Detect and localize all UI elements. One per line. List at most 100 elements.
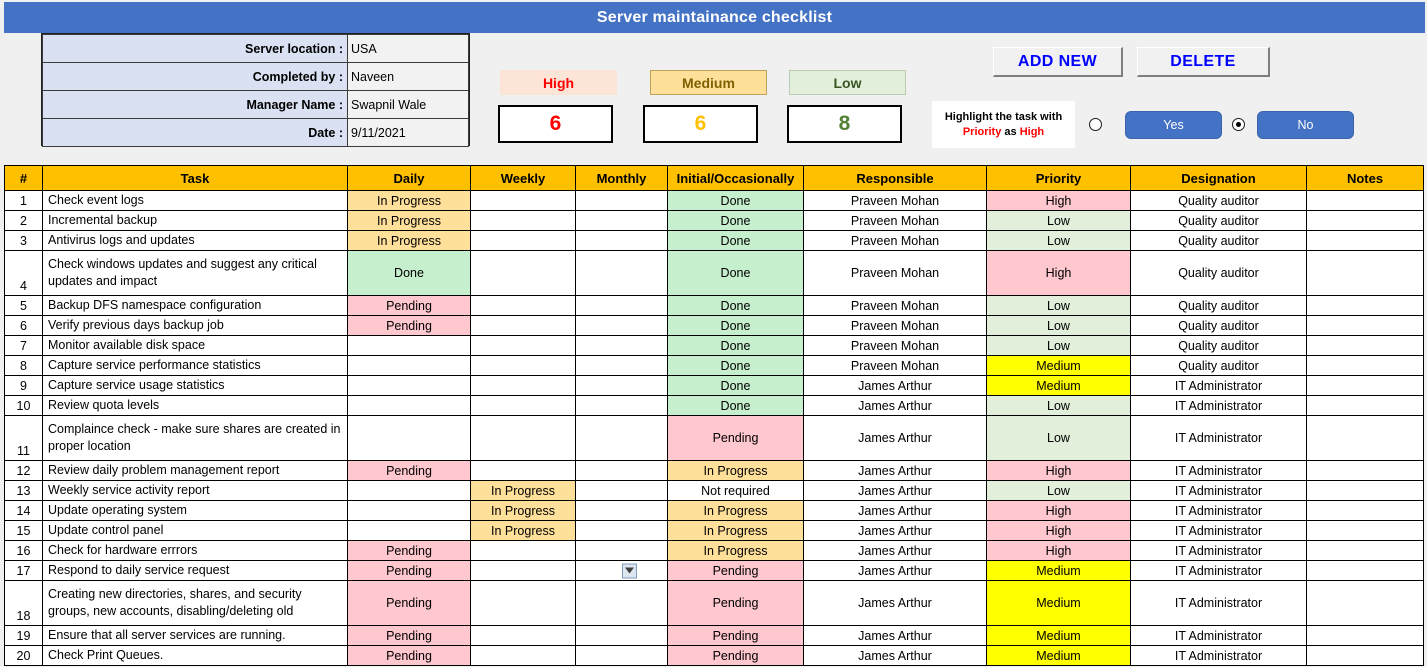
cell-daily[interactable] [348,416,471,461]
cell-daily[interactable]: Pending [348,461,471,481]
cell-number[interactable]: 16 [5,541,43,561]
cell-weekly[interactable] [471,581,576,626]
cell-daily[interactable] [348,376,471,396]
cell-priority[interactable]: Low [987,211,1131,231]
cell-notes[interactable] [1307,296,1424,316]
cell-monthly[interactable] [576,541,668,561]
cell-initial-occasionally[interactable]: In Progress [668,461,804,481]
cell-task[interactable]: Review daily problem management report [43,461,348,481]
no-button[interactable]: No [1257,111,1354,139]
cell-initial-occasionally[interactable]: Done [668,251,804,296]
cell-responsible[interactable]: Praveen Mohan [804,211,987,231]
cell-responsible[interactable]: Praveen Mohan [804,356,987,376]
cell-monthly[interactable] [576,356,668,376]
cell-number[interactable]: 20 [5,646,43,666]
cell-weekly[interactable] [471,191,576,211]
cell-priority[interactable]: Medium [987,626,1131,646]
cell-designation[interactable]: IT Administrator [1131,581,1307,626]
cell-designation[interactable]: IT Administrator [1131,501,1307,521]
cell-weekly[interactable] [471,396,576,416]
cell-weekly[interactable] [471,646,576,666]
cell-responsible[interactable]: James Arthur [804,521,987,541]
cell-priority[interactable]: Low [987,296,1131,316]
cell-weekly[interactable] [471,416,576,461]
cell-task[interactable]: Update control panel [43,521,348,541]
cell-weekly[interactable] [471,541,576,561]
cell-initial-occasionally[interactable]: Done [668,396,804,416]
cell-daily[interactable] [348,521,471,541]
cell-notes[interactable] [1307,521,1424,541]
cell-number[interactable]: 14 [5,501,43,521]
cell-monthly[interactable] [576,231,668,251]
cell-notes[interactable] [1307,416,1424,461]
cell-task[interactable]: Capture service usage statistics [43,376,348,396]
cell-responsible[interactable]: Praveen Mohan [804,251,987,296]
cell-number[interactable]: 13 [5,481,43,501]
cell-number[interactable]: 18 [5,581,43,626]
cell-task[interactable]: Ensure that all server services are runn… [43,626,348,646]
cell-weekly[interactable] [471,211,576,231]
cell-notes[interactable] [1307,581,1424,626]
cell-monthly[interactable] [576,646,668,666]
cell-number[interactable]: 5 [5,296,43,316]
cell-daily[interactable]: Pending [348,541,471,561]
cell-notes[interactable] [1307,541,1424,561]
cell-weekly[interactable] [471,561,576,581]
cell-weekly[interactable] [471,626,576,646]
cell-priority[interactable]: High [987,521,1131,541]
cell-designation[interactable]: IT Administrator [1131,481,1307,501]
cell-notes[interactable] [1307,336,1424,356]
cell-daily[interactable]: In Progress [348,231,471,251]
cell-notes[interactable] [1307,501,1424,521]
cell-monthly[interactable] [576,211,668,231]
cell-daily[interactable] [348,356,471,376]
cell-number[interactable]: 12 [5,461,43,481]
cell-number[interactable]: 8 [5,356,43,376]
cell-responsible[interactable]: James Arthur [804,501,987,521]
cell-task[interactable]: Respond to daily service request [43,561,348,581]
cell-responsible[interactable]: Praveen Mohan [804,191,987,211]
cell-priority[interactable]: Low [987,396,1131,416]
cell-task[interactable]: Verify previous days backup job [43,316,348,336]
cell-responsible[interactable]: Praveen Mohan [804,316,987,336]
col-header-responsible[interactable]: Responsible [804,166,987,191]
cell-initial-occasionally[interactable]: Done [668,316,804,336]
cell-designation[interactable]: Quality auditor [1131,336,1307,356]
cell-monthly[interactable] [576,396,668,416]
cell-priority[interactable]: Low [987,481,1131,501]
yes-button[interactable]: Yes [1125,111,1222,139]
cell-number[interactable]: 4 [5,251,43,296]
cell-number[interactable]: 3 [5,231,43,251]
cell-priority[interactable]: Medium [987,356,1131,376]
cell-initial-occasionally[interactable]: Pending [668,646,804,666]
cell-notes[interactable] [1307,316,1424,336]
cell-initial-occasionally[interactable]: Done [668,356,804,376]
col-header-priority[interactable]: Priority [987,166,1131,191]
col-header-designation[interactable]: Designation [1131,166,1307,191]
cell-monthly[interactable] [576,501,668,521]
cell-daily[interactable] [348,336,471,356]
cell-initial-occasionally[interactable]: In Progress [668,541,804,561]
cell-designation[interactable]: IT Administrator [1131,416,1307,461]
col-header-number[interactable]: # [5,166,43,191]
cell-designation[interactable]: Quality auditor [1131,231,1307,251]
cell-task[interactable]: Check for hardware errrors [43,541,348,561]
cell-responsible[interactable]: Praveen Mohan [804,336,987,356]
cell-number[interactable]: 19 [5,626,43,646]
cell-notes[interactable] [1307,251,1424,296]
cell-task[interactable]: Review quota levels [43,396,348,416]
cell-designation[interactable]: Quality auditor [1131,211,1307,231]
cell-weekly[interactable] [471,461,576,481]
col-header-weekly[interactable]: Weekly [471,166,576,191]
cell-designation[interactable]: IT Administrator [1131,626,1307,646]
cell-responsible[interactable]: Praveen Mohan [804,231,987,251]
cell-monthly[interactable] [576,296,668,316]
cell-priority[interactable]: Low [987,316,1131,336]
cell-priority[interactable]: High [987,501,1131,521]
cell-task[interactable]: Complaince check - make sure shares are … [43,416,348,461]
cell-initial-occasionally[interactable]: In Progress [668,501,804,521]
cell-task[interactable]: Check Print Queues. [43,646,348,666]
cell-notes[interactable] [1307,396,1424,416]
cell-number[interactable]: 17 [5,561,43,581]
cell-weekly[interactable] [471,316,576,336]
